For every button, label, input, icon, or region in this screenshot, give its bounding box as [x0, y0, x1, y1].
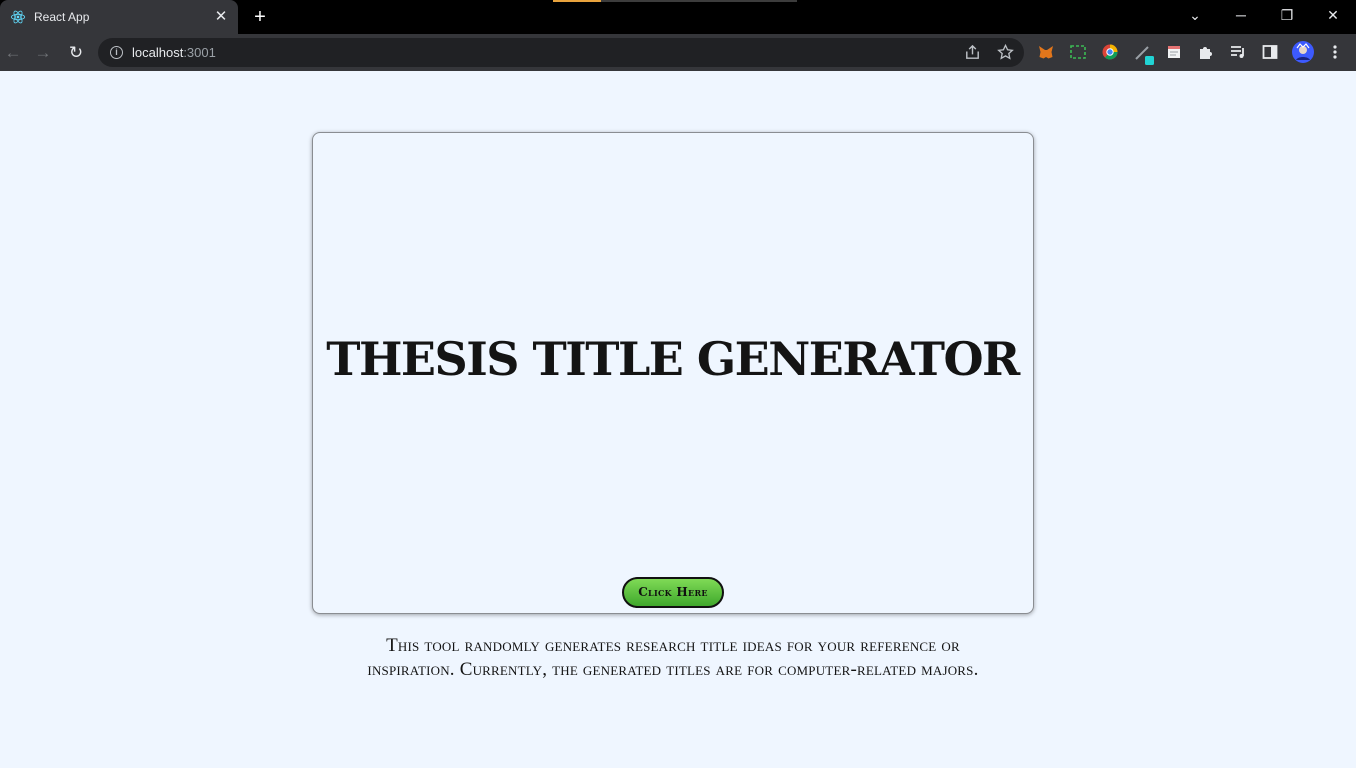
- tab-react-app[interactable]: React App ✕: [0, 0, 238, 34]
- puzzle-extensions-icon[interactable]: [1197, 43, 1215, 61]
- click-here-button[interactable]: Click Here: [622, 577, 724, 608]
- tab-close-icon[interactable]: ✕: [213, 9, 229, 25]
- notes-icon[interactable]: [1165, 43, 1183, 61]
- forward-button[interactable]: →: [32, 42, 54, 64]
- profile-avatar-icon[interactable]: [1292, 41, 1314, 63]
- metamask-fox-icon[interactable]: [1037, 43, 1055, 61]
- tool-description: This tool randomly generates research ti…: [367, 635, 979, 680]
- tab-strip-divider: [601, 0, 797, 2]
- page-viewport: THESIS TITLE GENERATOR Click Here This t…: [0, 71, 1356, 768]
- restore-button[interactable]: ❐: [1273, 4, 1301, 26]
- site-info-icon[interactable]: i: [110, 46, 123, 59]
- generator-card: THESIS TITLE GENERATOR Click Here: [312, 132, 1034, 614]
- color-picker-icon[interactable]: [1101, 43, 1119, 61]
- tab-strip: React App ✕ + ⌄ ─ ❐ ✕: [0, 0, 1356, 34]
- react-logo-icon: [10, 10, 26, 24]
- tab-title: React App: [34, 10, 90, 24]
- address-bar[interactable]: i localhost:3001: [98, 38, 1024, 67]
- pen-tool-icon[interactable]: [1133, 43, 1154, 65]
- browser-toolbar: ← → ↻ i localhost:3001: [0, 34, 1356, 71]
- side-panel-icon[interactable]: [1261, 43, 1279, 61]
- back-button[interactable]: ←: [2, 42, 24, 64]
- close-window-button[interactable]: ✕: [1319, 4, 1347, 26]
- reload-button[interactable]: ↻: [65, 42, 87, 64]
- bookmark-star-icon[interactable]: [996, 43, 1015, 62]
- minimize-button[interactable]: ─: [1227, 4, 1255, 26]
- url-host: localhost: [132, 45, 184, 60]
- url-port: :3001: [183, 45, 216, 60]
- share-icon[interactable]: [963, 43, 982, 62]
- tab-strip-highlight: [553, 0, 601, 2]
- url-text[interactable]: localhost:3001: [132, 45, 216, 61]
- page-title: THESIS TITLE GENERATOR: [326, 332, 1020, 386]
- screenshot-capture-icon[interactable]: [1069, 43, 1087, 61]
- new-tab-button[interactable]: +: [250, 7, 270, 27]
- tab-search-chevron-icon[interactable]: ⌄: [1181, 4, 1209, 26]
- media-queue-icon[interactable]: [1229, 43, 1247, 61]
- kebab-menu-icon[interactable]: [1326, 43, 1344, 61]
